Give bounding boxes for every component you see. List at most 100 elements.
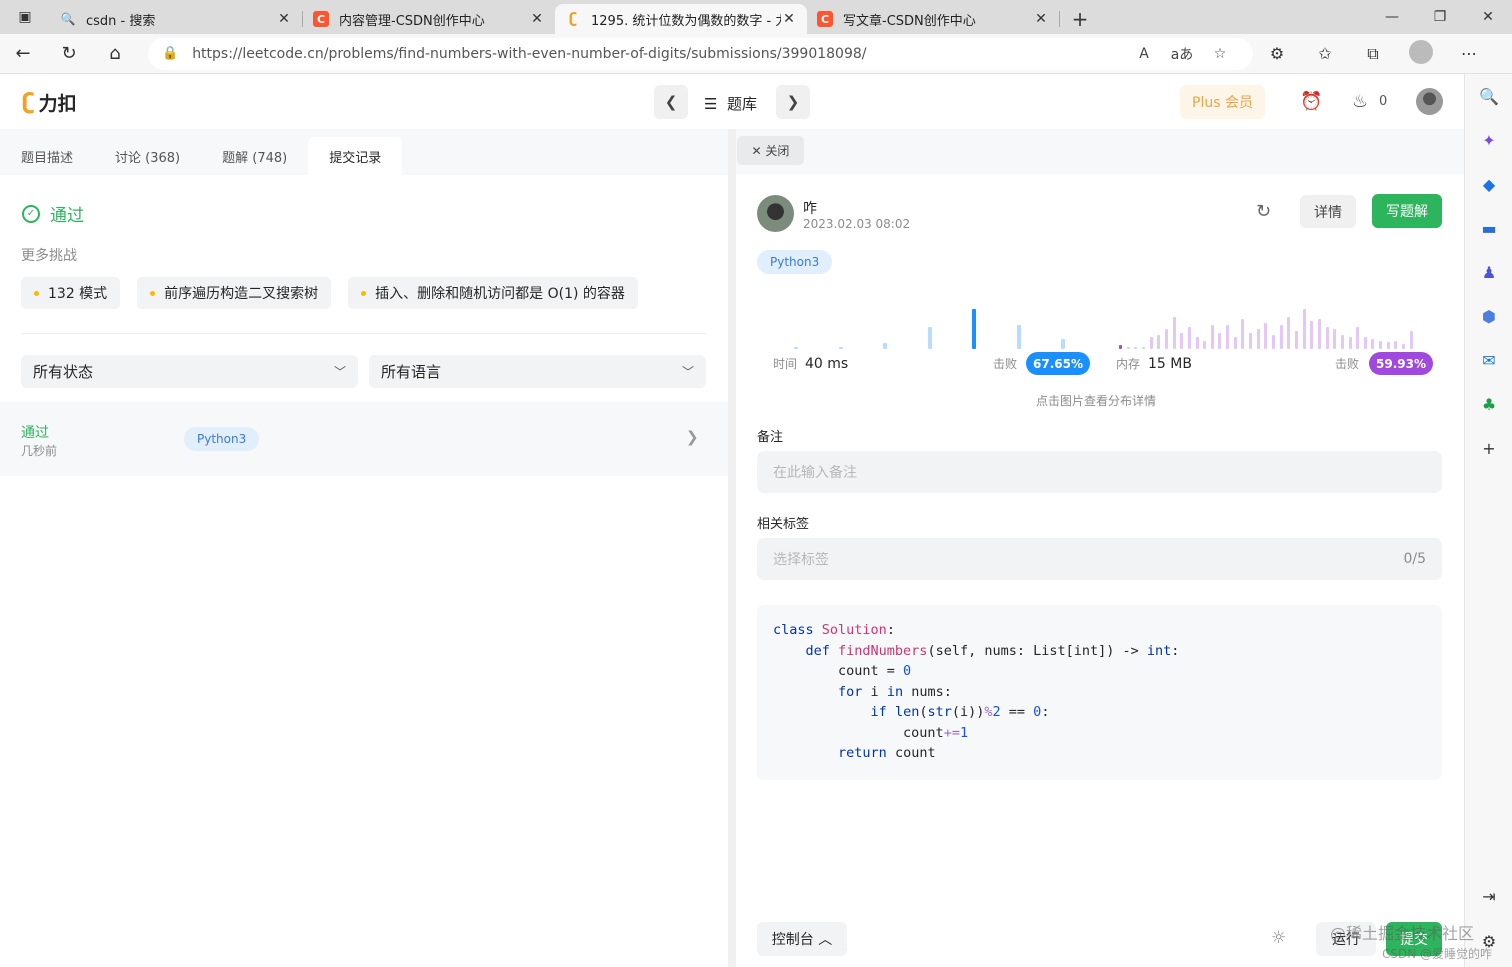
runtime-dist-bar[interactable] — [972, 309, 976, 349]
extensions-icon[interactable]: ⚙ — [1253, 44, 1301, 63]
favorites-icon[interactable]: ✩ — [1301, 44, 1349, 63]
tab-solutions[interactable]: 题解 (748) — [201, 137, 308, 175]
logo[interactable]: ʗ 力扣 — [22, 89, 77, 116]
memory-dist-bar[interactable] — [1172, 317, 1176, 349]
memory-dist-bar[interactable] — [1394, 341, 1398, 349]
memory-dist-bar[interactable] — [1356, 327, 1360, 349]
close-result-button[interactable]: ✕ 关闭 — [737, 136, 804, 165]
office-icon[interactable]: ⬢ — [1465, 294, 1512, 338]
language-filter-select[interactable]: 所有语言 ﹀ — [369, 355, 706, 388]
memory-dist-bar[interactable] — [1180, 333, 1184, 349]
console-button[interactable]: 控制台 ︿ — [757, 922, 847, 956]
tags-select[interactable]: 选择标签 0/5 — [757, 538, 1442, 580]
memory-dist-bar[interactable] — [1294, 331, 1298, 349]
memory-dist-bar[interactable] — [1164, 329, 1168, 349]
memory-dist-bar[interactable] — [1226, 325, 1230, 349]
runtime-dist-bar[interactable] — [927, 327, 932, 349]
url-text[interactable]: https://leetcode.cn/problems/find-number… — [192, 46, 1125, 62]
prev-problem-button[interactable]: ❮ — [654, 85, 688, 119]
submission-row[interactable]: 通过 几秒前 Python3 ❯ — [0, 402, 728, 476]
close-tab-icon[interactable]: ✕ — [529, 11, 545, 27]
memory-dist-bar[interactable] — [1272, 335, 1275, 349]
browser-tab-1[interactable]: C 内容管理-CSDN创作中心 ✕ — [303, 4, 555, 34]
memory-dist-bar[interactable] — [1233, 337, 1237, 349]
runtime-dist-bar[interactable] — [1061, 339, 1065, 349]
memory-dist-bar[interactable] — [1134, 347, 1138, 349]
submission-status[interactable]: 通过 — [21, 422, 49, 442]
add-favorite-icon[interactable]: ☆ — [1201, 46, 1239, 62]
memory-dist-bar[interactable] — [1157, 335, 1161, 349]
memory-dist-bar[interactable] — [1348, 337, 1352, 349]
new-tab-button[interactable]: + — [1060, 4, 1100, 34]
avatar[interactable] — [757, 195, 794, 232]
more-icon[interactable]: ⋯ — [1445, 44, 1493, 63]
memory-dist-bar[interactable] — [1333, 329, 1337, 349]
memory-dist-bar[interactable] — [1249, 333, 1253, 349]
runtime-dist-bar[interactable] — [838, 347, 843, 349]
profile-icon[interactable] — [1397, 39, 1445, 68]
collections-icon[interactable]: ⧉ — [1349, 44, 1397, 64]
hide-sidebar-icon[interactable]: ⇥ — [1465, 874, 1512, 918]
search-icon[interactable]: 🔍 — [1465, 74, 1512, 118]
memory-dist-bar[interactable] — [1310, 321, 1314, 349]
close-tab-icon[interactable]: ✕ — [276, 11, 292, 27]
tree-icon[interactable]: ♣ — [1465, 382, 1512, 426]
memory-dist-bar[interactable] — [1340, 335, 1344, 349]
memory-dist-bar[interactable] — [1302, 309, 1306, 349]
user-avatar[interactable] — [1416, 88, 1443, 115]
streak-flame-icon[interactable]: ♨ — [1352, 91, 1368, 112]
back-icon[interactable]: ← — [0, 34, 46, 74]
lock-icon[interactable]: 🔒 — [162, 46, 178, 61]
write-solution-button[interactable]: 写题解 — [1372, 194, 1442, 228]
tab-description[interactable]: 题目描述 — [0, 137, 94, 175]
refresh-icon[interactable]: ↻ — [1256, 201, 1271, 222]
status-filter-select[interactable]: 所有状态 ﹀ — [21, 355, 358, 388]
memory-dist-bar[interactable] — [1279, 325, 1283, 349]
runtime-dist-bar[interactable] — [794, 347, 798, 349]
memory-dist-bar[interactable] — [1264, 323, 1268, 349]
memory-dist-bar[interactable] — [1218, 333, 1222, 349]
memory-dist-bar[interactable] — [1287, 317, 1291, 349]
minimize-icon[interactable]: — — [1368, 0, 1416, 34]
browser-tab-3[interactable]: C 写文章-CSDN创作中心 ✕ — [807, 4, 1059, 34]
read-aloud-icon[interactable]: A — [1125, 46, 1163, 62]
runtime-dist-bar[interactable] — [1016, 325, 1021, 349]
tab-actions-icon[interactable]: ▣ — [0, 0, 50, 34]
tools-icon[interactable]: ▬ — [1465, 206, 1512, 250]
url-bar[interactable]: 🔒 https://leetcode.cn/problems/find-numb… — [148, 37, 1253, 70]
memory-dist-bar[interactable] — [1379, 341, 1383, 349]
outlook-icon[interactable]: ✉ — [1465, 338, 1512, 382]
tab-submissions[interactable]: 提交记录 — [308, 137, 403, 175]
next-problem-button[interactable]: ❯ — [776, 85, 810, 119]
memory-dist-bar[interactable] — [1402, 344, 1406, 349]
browser-tab-0[interactable]: 🔍 csdn - 搜索 ✕ — [50, 4, 302, 34]
challenge-chip[interactable]: 132 模式 — [21, 277, 121, 309]
games-icon[interactable]: ♟ — [1465, 250, 1512, 294]
reload-icon[interactable]: ↻ — [46, 34, 92, 74]
add-sidebar-icon[interactable]: + — [1465, 426, 1512, 470]
memory-dist-bar[interactable] — [1409, 331, 1413, 349]
memory-dist-bar[interactable] — [1187, 327, 1191, 349]
home-icon[interactable]: ⌂ — [92, 34, 138, 74]
alarm-clock-icon[interactable]: ⏰ — [1300, 91, 1322, 112]
memory-dist-bar[interactable] — [1386, 341, 1390, 349]
memory-dist-bar[interactable] — [1256, 329, 1260, 349]
chevron-right-icon[interactable]: ❯ — [686, 428, 699, 446]
tab-discussion[interactable]: 讨论 (368) — [94, 137, 201, 175]
close-tab-icon[interactable]: ✕ — [1033, 11, 1049, 27]
debug-bug-icon[interactable]: ☼ — [1271, 928, 1286, 948]
memory-dist-bar[interactable] — [1317, 319, 1321, 349]
memory-dist-bar[interactable] — [1241, 319, 1245, 349]
memory-dist-bar[interactable] — [1195, 337, 1199, 349]
memory-dist-bar[interactable] — [1126, 347, 1130, 349]
memory-dist-bar[interactable] — [1325, 327, 1329, 349]
challenge-chip[interactable]: 插入、删除和随机访问都是 O(1) 的容器 — [348, 277, 638, 309]
note-input[interactable]: 在此输入备注 — [757, 451, 1442, 493]
translate-icon[interactable]: aあ — [1163, 44, 1201, 64]
copilot-icon[interactable]: ✦ — [1465, 118, 1512, 162]
username[interactable]: 咋 — [803, 198, 817, 218]
memory-dist-bar[interactable] — [1210, 325, 1214, 349]
shopping-tag-icon[interactable]: ◆ — [1465, 162, 1512, 206]
memory-dist-bar[interactable] — [1371, 339, 1375, 349]
memory-dist-bar[interactable] — [1149, 337, 1153, 349]
